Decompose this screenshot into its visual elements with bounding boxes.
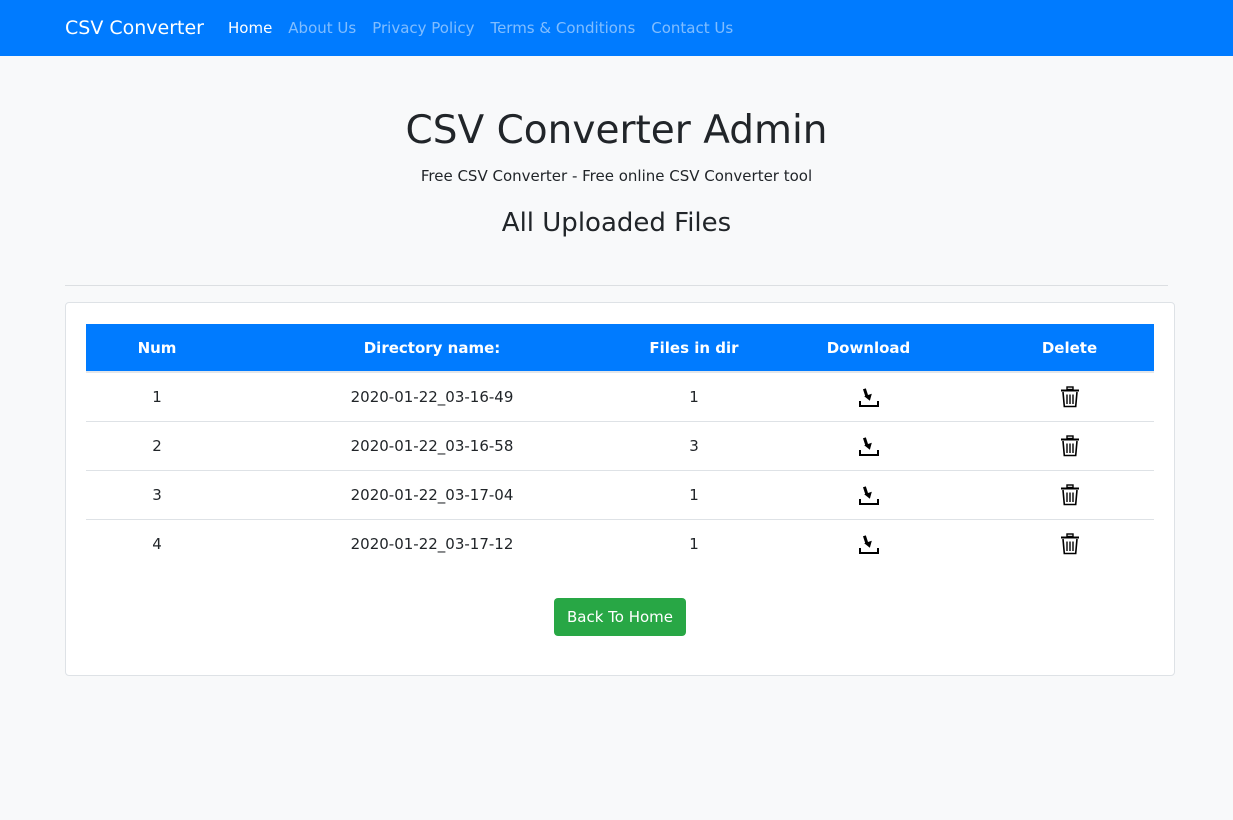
nav-link-contact-us[interactable]: Contact Us bbox=[651, 19, 733, 37]
cell-files-in-dir: 3 bbox=[636, 421, 752, 471]
files-table: Num Directory name: Files in dir Downloa… bbox=[86, 324, 1154, 568]
column-header-num: Num bbox=[86, 324, 228, 373]
cell-num: 4 bbox=[152, 534, 162, 553]
trash-icon[interactable] bbox=[1060, 434, 1080, 457]
trash-icon[interactable] bbox=[1060, 386, 1080, 408]
table-row: 3 2020-01-22_03-17-04 1 bbox=[86, 470, 1154, 520]
cell-directory-name: 2020-01-22_03-17-04 bbox=[228, 470, 636, 520]
back-to-home-button[interactable]: Back To Home bbox=[553, 598, 687, 636]
cell-files-in-dir: 1 bbox=[689, 534, 699, 553]
trash-icon[interactable] bbox=[1060, 483, 1080, 506]
page-subtitle: Free CSV Converter - Free online CSV Con… bbox=[420, 167, 813, 185]
cell-delete bbox=[985, 372, 1154, 422]
cell-directory-name: 2020-01-22_03-16-58 bbox=[228, 421, 636, 471]
brand-link[interactable]: CSV Converter bbox=[65, 17, 204, 39]
table-row: 4 2020-01-22_03-17-12 1 bbox=[86, 519, 1154, 568]
nav-link-terms-conditions[interactable]: Terms & Conditions bbox=[490, 19, 635, 37]
cell-directory-name: 2020-01-22_03-17-12 bbox=[350, 534, 514, 553]
section-title: All Uploaded Files bbox=[501, 208, 732, 238]
column-header-download: Download bbox=[752, 324, 985, 373]
cell-num: 1 bbox=[86, 372, 228, 422]
table-row: 2 2020-01-22_03-16-58 3 bbox=[86, 421, 1154, 471]
table-row: 1 2020-01-22_03-16-49 1 bbox=[86, 372, 1154, 422]
page-title: CSV Converter Admin bbox=[405, 108, 828, 153]
nav-links: Home About Us Privacy Policy Terms & Con… bbox=[228, 19, 749, 37]
files-card: Num Directory name: Files in dir Downloa… bbox=[65, 302, 1175, 676]
cell-download bbox=[752, 372, 985, 422]
cell-files-in-dir: 1 bbox=[636, 372, 752, 422]
cell-num: 3 bbox=[86, 470, 228, 520]
table-header-row: Num Directory name: Files in dir Downloa… bbox=[86, 324, 1154, 373]
divider bbox=[65, 285, 1168, 286]
cell-files-in-dir: 1 bbox=[636, 470, 752, 520]
button-row: Back To Home bbox=[86, 598, 1154, 636]
cell-delete bbox=[985, 470, 1154, 520]
cell-delete bbox=[985, 421, 1154, 471]
nav-link-about-us[interactable]: About Us bbox=[288, 19, 356, 37]
download-icon[interactable] bbox=[858, 435, 880, 457]
column-header-directory-name: Directory name: bbox=[228, 324, 636, 373]
cell-num: 2 bbox=[86, 421, 228, 471]
page-header: CSV Converter Admin Free CSV Converter -… bbox=[0, 108, 1233, 240]
column-header-files-in-dir: Files in dir bbox=[636, 324, 752, 373]
download-icon[interactable] bbox=[858, 484, 880, 506]
cell-directory-name: 2020-01-22_03-16-49 bbox=[228, 372, 636, 422]
navbar: CSV Converter Home About Us Privacy Poli… bbox=[0, 0, 1233, 56]
trash-icon[interactable] bbox=[1060, 533, 1080, 555]
download-icon[interactable] bbox=[858, 386, 880, 408]
cell-download bbox=[752, 470, 985, 520]
cell-download bbox=[752, 421, 985, 471]
cell-download bbox=[752, 519, 985, 568]
column-header-delete: Delete bbox=[985, 324, 1154, 373]
download-icon[interactable] bbox=[858, 533, 880, 555]
cell-delete bbox=[985, 519, 1154, 568]
nav-link-privacy-policy[interactable]: Privacy Policy bbox=[372, 19, 474, 37]
nav-link-home[interactable]: Home bbox=[228, 19, 272, 37]
